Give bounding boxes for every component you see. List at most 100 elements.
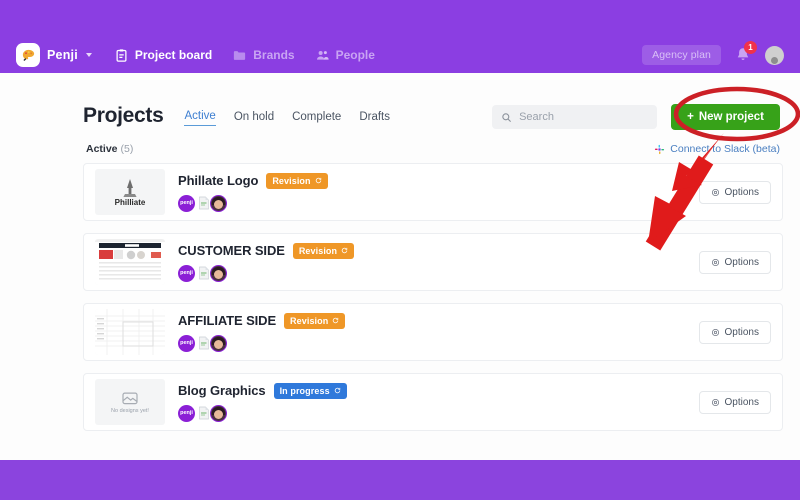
project-title-row: CUSTOMER SIDE Revision: [178, 242, 699, 259]
tab-complete[interactable]: Complete: [292, 111, 341, 126]
options-label: Options: [724, 256, 759, 268]
project-row[interactable]: AFFILIATE SIDE Revision penji Options: [83, 303, 783, 361]
project-row[interactable]: No designs yet! Blog Graphics In progres…: [83, 373, 783, 431]
plan-badge[interactable]: Agency plan: [642, 45, 721, 65]
paint-palette-icon-svg: [22, 49, 34, 61]
document-icon: [199, 196, 209, 210]
project-info: Blog Graphics In progress penji: [178, 382, 699, 422]
new-project-button[interactable]: + New project: [671, 104, 780, 130]
nav-item-brands[interactable]: Brands: [232, 48, 295, 63]
status-badge-label: Revision: [298, 245, 338, 256]
avatar-designer[interactable]: [210, 404, 227, 422]
avatar-penji[interactable]: penji: [178, 334, 195, 352]
header-actions: + New project: [492, 101, 780, 130]
section-label: Active (5): [83, 143, 133, 155]
bottom-purple-band: [0, 460, 800, 500]
project-thumbnail-empty: No designs yet!: [95, 379, 165, 425]
tab-active[interactable]: Active: [184, 110, 216, 126]
avatar-penji[interactable]: penji: [178, 264, 195, 282]
top-purple-band: [0, 0, 800, 37]
project-info: CUSTOMER SIDE Revision penji: [178, 242, 699, 282]
options-button[interactable]: Options: [698, 180, 771, 204]
refresh-icon: [315, 177, 321, 184]
svg-text:Philliate: Philliate: [115, 198, 146, 207]
app-screen: Penji Project board Brands People Agency…: [0, 0, 800, 500]
project-title-row: AFFILIATE SIDE Revision: [178, 312, 699, 329]
avatar-face-shape: [214, 199, 223, 209]
project-avatars: penji: [178, 194, 699, 212]
section-label-text: Active: [86, 143, 118, 155]
plus-icon: +: [687, 111, 694, 123]
project-info: AFFILIATE SIDE Revision penji: [178, 312, 699, 352]
tab-drafts[interactable]: Drafts: [359, 111, 390, 126]
slack-icon: [655, 144, 665, 154]
empty-thumbnail-caption: No designs yet!: [111, 407, 149, 414]
spreadsheet-thumb: [95, 309, 165, 355]
image-placeholder-icon: [122, 392, 138, 404]
avatar-face-shape: [214, 339, 223, 349]
brand-menu[interactable]: Penji: [16, 43, 92, 67]
options-label: Options: [724, 326, 759, 338]
project-title-row: Phillate Logo Revision: [178, 172, 699, 189]
page-header: Projects Active On hold Complete Drafts …: [0, 73, 800, 130]
search-box[interactable]: [492, 105, 658, 129]
project-thumbnail-logo: Philliate: [95, 169, 165, 215]
caret-down-icon[interactable]: [85, 53, 92, 57]
status-badge: Revision: [266, 172, 328, 189]
options-button[interactable]: Options: [698, 250, 771, 274]
nav-item-people[interactable]: People: [315, 48, 375, 63]
project-filter-tabs: Active On hold Complete Drafts: [184, 105, 390, 126]
status-badge-label: Revision: [290, 315, 329, 326]
project-row[interactable]: CUSTOMER SIDE Revision penji Options: [83, 233, 783, 291]
notification-count-badge: 1: [744, 41, 757, 54]
connect-to-slack-link[interactable]: Connect to Slack (beta): [654, 143, 780, 155]
options-label: Options: [724, 396, 759, 408]
user-avatar[interactable]: [765, 45, 784, 65]
avatar-face-shape: [214, 269, 223, 279]
nav-item-project-board[interactable]: Project board: [114, 48, 212, 63]
project-thumbnail-spreadsheet: [95, 309, 165, 355]
status-badge-label: Revision: [272, 175, 311, 186]
project-title: CUSTOMER SIDE: [178, 243, 285, 258]
nav-label-project-board: Project board: [134, 48, 213, 62]
status-badge-label: In progress: [279, 385, 330, 396]
project-title: Phillate Logo: [178, 173, 259, 188]
nav-label-people: People: [335, 48, 375, 62]
options-button[interactable]: Options: [698, 390, 771, 414]
navbar-right-group: Agency plan 1: [642, 41, 784, 65]
avatar-designer[interactable]: [210, 194, 227, 212]
tab-on-hold[interactable]: On hold: [234, 111, 274, 126]
avatar-designer[interactable]: [210, 334, 227, 352]
project-title: Blog Graphics: [178, 383, 266, 398]
options-button[interactable]: Options: [698, 320, 771, 344]
gear-icon: [711, 258, 719, 266]
document-icon: [199, 336, 209, 350]
page-title: Projects: [83, 103, 164, 127]
gear-icon: [711, 398, 719, 406]
notifications-button[interactable]: 1: [734, 41, 757, 64]
options-label: Options: [724, 186, 759, 198]
gear-icon: [711, 328, 719, 336]
philliate-logo-thumb: Philliate: [115, 179, 146, 207]
folder-icon: [232, 48, 247, 63]
search-input[interactable]: [519, 111, 645, 123]
avatar-penji[interactable]: penji: [178, 194, 195, 212]
project-list: Philliate Phillate Logo Revision penji O…: [0, 155, 800, 431]
project-avatars: penji: [178, 264, 699, 282]
refresh-icon: [333, 317, 339, 324]
status-badge: In progress: [273, 382, 347, 399]
project-avatars: penji: [178, 404, 699, 422]
paint-palette-icon: [16, 43, 40, 67]
avatar-penji[interactable]: penji: [178, 404, 195, 422]
website-screenshot-thumb: [95, 239, 165, 285]
slack-link-label: Connect to Slack (beta): [670, 143, 780, 155]
avatar-designer[interactable]: [210, 264, 227, 282]
avatar-head-shape: [771, 56, 778, 64]
page-content: Projects Active On hold Complete Drafts …: [0, 73, 800, 460]
gear-icon: [711, 188, 719, 196]
avatar-face-shape: [214, 409, 223, 419]
search-icon: [502, 112, 512, 122]
project-title-row: Blog Graphics In progress: [178, 382, 699, 399]
project-avatars: penji: [178, 334, 699, 352]
project-row[interactable]: Philliate Phillate Logo Revision penji O…: [83, 163, 783, 221]
